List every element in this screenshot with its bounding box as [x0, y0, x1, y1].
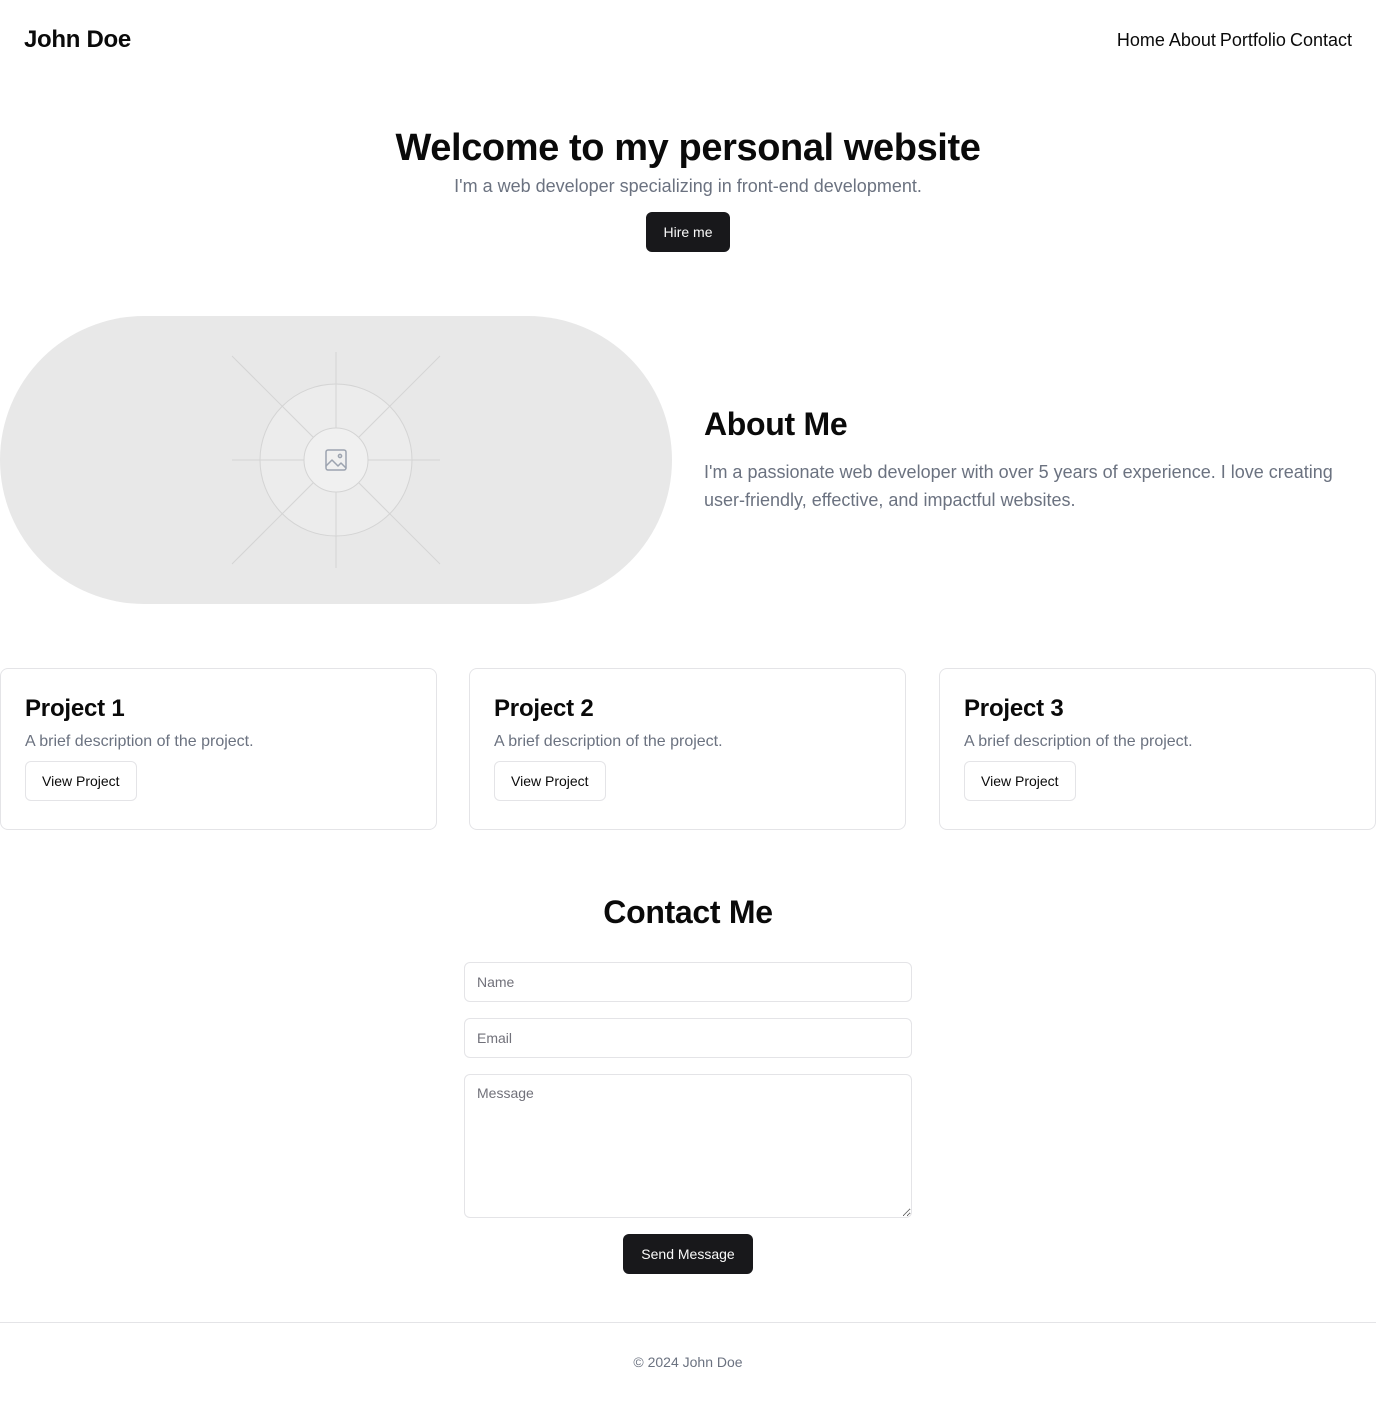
project-description: A brief description of the project.: [25, 733, 254, 750]
about-description: I'm a passionate web developer with over…: [704, 462, 1333, 510]
send-message-button[interactable]: Send Message: [623, 1234, 753, 1274]
hero-section: Welcome to my personal website I'm a web…: [0, 124, 1376, 198]
view-project-button-1[interactable]: View Project: [25, 761, 137, 801]
project-title: Project 1: [25, 695, 125, 722]
message-textarea[interactable]: [464, 1074, 912, 1218]
project-title: Project 2: [494, 695, 594, 722]
footer-copyright: © 2024 John Doe: [633, 1354, 743, 1370]
site-header: John Doe Home About Portfolio Contact: [0, 0, 1376, 80]
image-placeholder-graphic: [231, 352, 441, 568]
name-input[interactable]: [464, 962, 912, 1002]
nav-link-home[interactable]: Home: [1117, 30, 1165, 51]
main-nav: Home About Portfolio Contact: [1117, 30, 1352, 51]
view-project-button-3[interactable]: View Project: [964, 761, 1076, 801]
email-input[interactable]: [464, 1018, 912, 1058]
footer-divider: [0, 1322, 1376, 1323]
hero-title: Welcome to my personal website: [395, 127, 981, 169]
project-card-3: Project 3 A brief description of the pro…: [939, 668, 1376, 830]
site-brand[interactable]: John Doe: [24, 26, 131, 54]
page: John Doe Home About Portfolio Contact We…: [0, 0, 1376, 1402]
view-project-button-2[interactable]: View Project: [494, 761, 606, 801]
about-section: About Me I'm a passionate web developer …: [704, 404, 1376, 514]
hire-me-button[interactable]: Hire me: [646, 212, 730, 252]
nav-link-about[interactable]: About: [1169, 30, 1216, 51]
project-description: A brief description of the project.: [494, 733, 723, 750]
project-card-2: Project 2 A brief description of the pro…: [469, 668, 906, 830]
about-image-placeholder: [0, 316, 672, 604]
project-title: Project 3: [964, 695, 1064, 722]
hero-subtitle: I'm a web developer specializing in fron…: [454, 176, 922, 196]
project-card-1: Project 1 A brief description of the pro…: [0, 668, 437, 830]
contact-title: Contact Me: [603, 894, 773, 930]
nav-link-contact[interactable]: Contact: [1290, 30, 1352, 51]
about-title: About Me: [704, 406, 848, 442]
nav-link-portfolio[interactable]: Portfolio: [1220, 30, 1286, 51]
project-description: A brief description of the project.: [964, 733, 1193, 750]
